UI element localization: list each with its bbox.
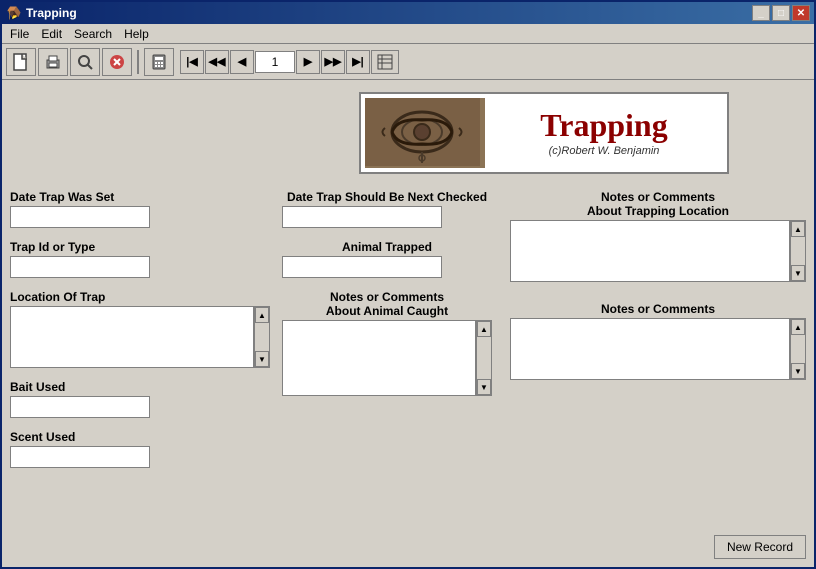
notes-animal-group: Notes or CommentsAbout Animal Caught ▲ ▼ <box>282 290 492 396</box>
logo-image <box>365 98 485 168</box>
nav-first-button[interactable]: |◀ <box>180 50 204 74</box>
location-label: Location Of Trap <box>10 290 270 304</box>
nav-prev-button[interactable]: ◀ <box>230 50 254 74</box>
app-icon: 🪤 <box>6 5 22 21</box>
notes-animal-scroll-down[interactable]: ▼ <box>477 379 491 395</box>
date-next-check-input[interactable] <box>282 206 442 228</box>
title-bar: 🪤 Trapping _ □ ✕ <box>2 2 814 24</box>
left-column: Date Trap Was Set Trap Id or Type Locati… <box>10 190 270 480</box>
logo-copyright: (c)Robert W. Benjamin <box>549 145 660 157</box>
date-trap-set-input[interactable] <box>10 206 150 228</box>
bait-used-input[interactable] <box>10 396 150 418</box>
location-scroll-down[interactable]: ▼ <box>255 351 269 367</box>
notes-animal-textarea[interactable] <box>282 320 476 396</box>
nav-last-button[interactable]: ▶| <box>346 50 370 74</box>
animal-trapped-input[interactable] <box>282 256 442 278</box>
animal-trapped-label: Animal Trapped <box>282 240 492 254</box>
delete-button[interactable] <box>102 48 132 76</box>
notes-location-label: Notes or CommentsAbout Trapping Location <box>510 190 806 218</box>
location-group: Location Of Trap ▲ ▼ <box>10 290 270 368</box>
logo-header: Trapping (c)Robert W. Benjamin <box>282 88 806 178</box>
notes-comments-label: Notes or Comments <box>510 302 806 316</box>
location-textarea[interactable] <box>10 306 254 368</box>
scent-used-label: Scent Used <box>10 430 270 444</box>
notes-animal-scrollbar[interactable]: ▲ ▼ <box>476 320 492 396</box>
new-record-button[interactable]: New Record <box>714 535 806 559</box>
notes-comments-scroll-track <box>791 335 805 363</box>
notes-comments-scroll-down[interactable]: ▼ <box>791 363 805 379</box>
nav-controls: |◀ ◀◀ ◀ ▶ ▶▶ ▶| <box>180 50 399 74</box>
notes-location-textarea[interactable] <box>510 220 790 282</box>
toolbar: |◀ ◀◀ ◀ ▶ ▶▶ ▶| <box>2 44 814 80</box>
notes-location-scroll-down[interactable]: ▼ <box>791 265 805 281</box>
calculator-button[interactable] <box>144 48 174 76</box>
notes-comments-scroll-up[interactable]: ▲ <box>791 319 805 335</box>
notes-comments-textarea[interactable] <box>510 318 790 380</box>
nav-export-button[interactable] <box>371 50 399 74</box>
bait-used-label: Bait Used <box>10 380 270 394</box>
right-column: Notes or CommentsAbout Trapping Location… <box>510 190 806 392</box>
location-wrapper: ▲ ▼ <box>10 306 270 368</box>
title-bar-buttons: _ □ ✕ <box>752 5 810 21</box>
menu-help[interactable]: Help <box>118 25 155 43</box>
notes-location-scroll-track <box>791 237 805 265</box>
new-button[interactable] <box>6 48 36 76</box>
form-area: Date Trap Was Set Trap Id or Type Locati… <box>10 190 806 559</box>
notes-location-scroll-up[interactable]: ▲ <box>791 221 805 237</box>
trap-id-group: Trap Id or Type <box>10 240 270 278</box>
date-trap-set-group: Date Trap Was Set <box>10 190 270 228</box>
print-button[interactable] <box>38 48 68 76</box>
menu-search[interactable]: Search <box>68 25 118 43</box>
logo-box: Trapping (c)Robert W. Benjamin <box>359 92 729 174</box>
location-scroll-up[interactable]: ▲ <box>255 307 269 323</box>
nav-prev-prev-button[interactable]: ◀◀ <box>205 50 229 74</box>
date-next-check-label: Date Trap Should Be Next Checked <box>282 190 492 204</box>
page-input[interactable] <box>255 51 295 73</box>
close-button[interactable]: ✕ <box>792 5 810 21</box>
main-window: 🪤 Trapping _ □ ✕ File Edit Search Help <box>0 0 816 569</box>
nav-next-next-button[interactable]: ▶▶ <box>321 50 345 74</box>
notes-location-scrollbar[interactable]: ▲ ▼ <box>790 220 806 282</box>
location-scroll-track <box>255 323 269 351</box>
content-area: Trapping (c)Robert W. Benjamin Date Trap… <box>2 80 814 567</box>
toolbar-separator <box>137 50 139 74</box>
notes-location-group: Notes or CommentsAbout Trapping Location… <box>510 190 806 282</box>
notes-animal-label: Notes or CommentsAbout Animal Caught <box>282 290 492 318</box>
maximize-button[interactable]: □ <box>772 5 790 21</box>
notes-animal-scroll-track <box>477 337 491 379</box>
animal-trapped-group: Animal Trapped <box>282 240 492 278</box>
notes-comments-group: Notes or Comments ▲ ▼ <box>510 302 806 380</box>
scent-used-input[interactable] <box>10 446 150 468</box>
date-trap-set-label: Date Trap Was Set <box>10 190 270 204</box>
notes-animal-wrapper: ▲ ▼ <box>282 320 492 396</box>
trap-id-input[interactable] <box>10 256 150 278</box>
notes-location-wrapper: ▲ ▼ <box>510 220 806 282</box>
minimize-button[interactable]: _ <box>752 5 770 21</box>
menu-file[interactable]: File <box>4 25 35 43</box>
search-button[interactable] <box>70 48 100 76</box>
menu-bar: File Edit Search Help <box>2 24 814 44</box>
bait-used-group: Bait Used <box>10 380 270 418</box>
notes-comments-wrapper: ▲ ▼ <box>510 318 806 380</box>
logo-text-area: Trapping (c)Robert W. Benjamin <box>485 105 723 161</box>
nav-next-button[interactable]: ▶ <box>296 50 320 74</box>
logo-title: Trapping <box>540 109 667 141</box>
notes-comments-scrollbar[interactable]: ▲ ▼ <box>790 318 806 380</box>
menu-edit[interactable]: Edit <box>35 25 68 43</box>
date-next-check-group: Date Trap Should Be Next Checked <box>282 190 492 228</box>
mid-column: Date Trap Should Be Next Checked Animal … <box>282 190 492 408</box>
scent-used-group: Scent Used <box>10 430 270 468</box>
location-scrollbar[interactable]: ▲ ▼ <box>254 306 270 368</box>
notes-animal-scroll-up[interactable]: ▲ <box>477 321 491 337</box>
trap-id-label: Trap Id or Type <box>10 240 270 254</box>
window-title: Trapping <box>26 6 752 20</box>
